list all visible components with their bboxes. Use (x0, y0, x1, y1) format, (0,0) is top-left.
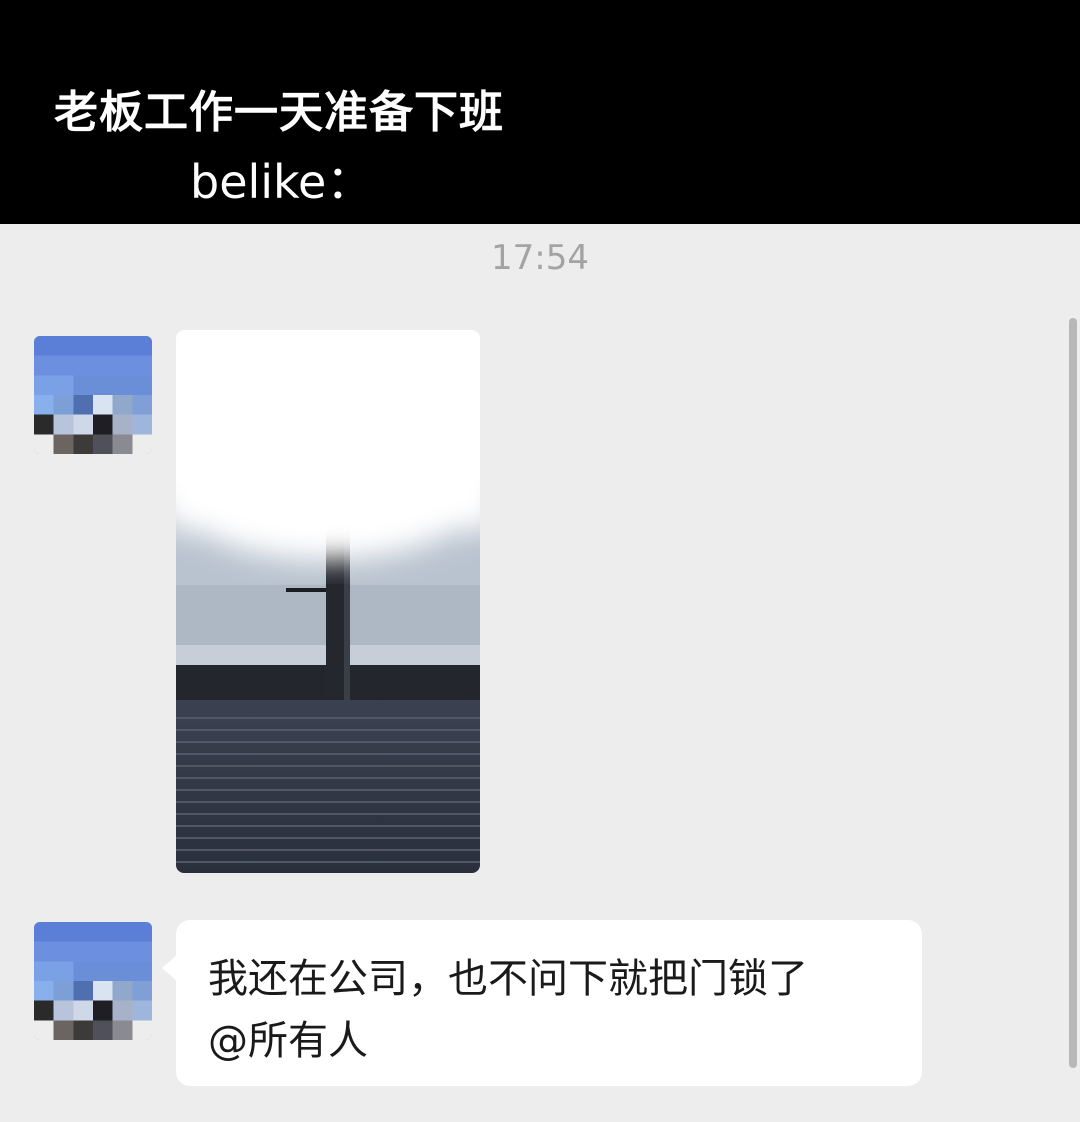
text-message-bubble[interactable]: 我还在公司，也不问下就把门锁了 @所有人 (176, 920, 922, 1086)
sender-avatar[interactable] (34, 336, 152, 454)
sender-avatar[interactable] (34, 922, 152, 1040)
caption-title: 老板工作一天准备下班 (54, 87, 504, 138)
message-line: @所有人 (208, 1018, 368, 1064)
scrollbar[interactable] (1069, 318, 1077, 1068)
caption-subtitle: belike： (190, 155, 373, 209)
message-text: 我还在公司，也不问下就把门锁了 @所有人 (208, 948, 898, 1072)
message-line: 我还在公司，也不问下就把门锁了 (208, 956, 808, 1002)
image-message[interactable] (176, 330, 480, 873)
caption-band: 老板工作一天准备下班 belike： (0, 0, 1080, 224)
meme-screenshot: 老板工作一天准备下班 belike： 17:54 我还在公司，也不问下就把门锁了… (0, 0, 1080, 1122)
message-timestamp: 17:54 (491, 238, 589, 278)
